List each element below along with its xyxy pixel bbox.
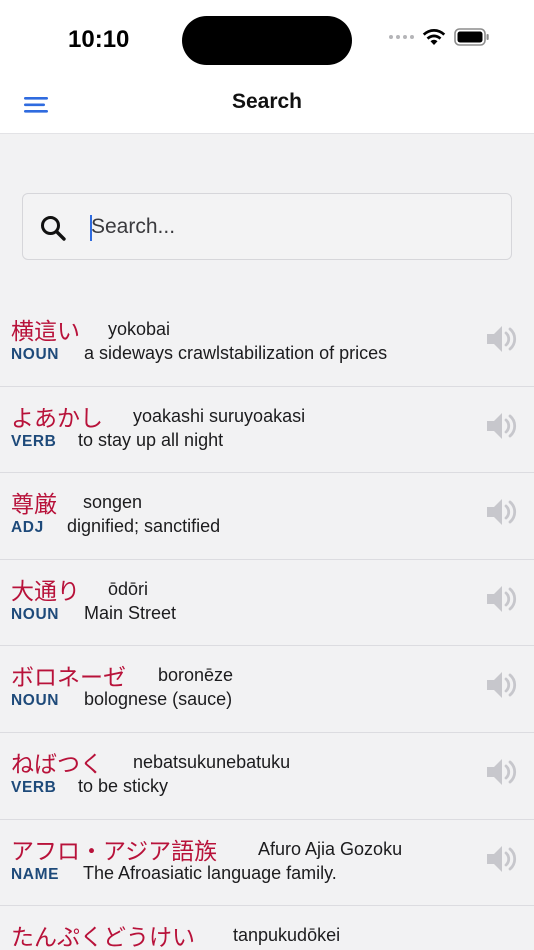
entry-reading: yokobai	[108, 319, 171, 339]
entry-pos: ADJ	[11, 519, 44, 537]
entry-meaning: The Afroasiatic language family.	[83, 862, 337, 883]
navigation-bar: Search	[0, 80, 534, 134]
entry-word: ねばつく	[11, 751, 103, 778]
entry-word: 大通り	[11, 578, 80, 605]
speaker-icon[interactable]	[484, 322, 518, 356]
entry-meaning: a sideways crawlstabilization of prices	[84, 343, 388, 363]
speaker-icon[interactable]	[484, 842, 518, 876]
speaker-icon[interactable]	[484, 495, 518, 529]
search-box[interactable]	[22, 193, 512, 260]
entry-reading: boronēze	[158, 665, 234, 686]
entry-word: よあかし	[11, 405, 103, 432]
entry-reading: songen	[83, 492, 143, 513]
entry-meaning: to stay up all night	[78, 429, 224, 450]
entry-word: 横這い	[11, 319, 80, 345]
list-item[interactable]: よあかし yoakashi suruyoakasi VERB to stay u…	[0, 387, 534, 474]
dynamic-island	[182, 16, 352, 65]
entry-pos: NOUN	[11, 692, 60, 710]
list-item[interactable]: たんぷくどうけい tanpukudōkei	[0, 906, 534, 950]
entry-reading: nebatsukunebatuku	[133, 751, 291, 772]
speaker-icon[interactable]	[484, 755, 518, 789]
entry-reading: Afuro Ajia Gozoku	[258, 838, 403, 859]
entry-word: ボロネーゼ	[11, 665, 126, 692]
status-bar: 10:10	[0, 0, 534, 80]
entry-reading: tanpukudōkei	[233, 925, 341, 946]
speaker-icon[interactable]	[484, 668, 518, 702]
entry-word: 尊厳	[11, 492, 57, 519]
list-item[interactable]: ねばつく nebatsukunebatuku VERB to be sticky	[0, 733, 534, 820]
entry-pos: VERB	[11, 778, 57, 796]
status-indicators	[389, 28, 490, 46]
status-time: 10:10	[68, 26, 130, 53]
entry-pos: VERB	[11, 432, 57, 450]
search-icon	[41, 216, 66, 241]
list-item[interactable]: ボロネーゼ boronēze NOUN bolognese (sauce)	[0, 646, 534, 733]
speaker-icon[interactable]	[484, 582, 518, 616]
entry-meaning: bolognese (sauce)	[84, 689, 233, 710]
results-list: 横這い yokobai NOUN a sideways crawlstabili…	[0, 300, 534, 950]
entry-pos: NAME	[11, 865, 60, 883]
entry-meaning: dignified; sanctified	[67, 516, 221, 537]
entry-reading: yoakashi suruyoakasi	[133, 405, 306, 426]
text-cursor	[90, 215, 92, 241]
entry-word: たんぷくどうけい	[11, 925, 195, 950]
list-item[interactable]: 横這い yokobai NOUN a sideways crawlstabili…	[0, 300, 534, 387]
entry-reading: ōdōri	[108, 578, 149, 599]
entry-meaning: Main Street	[84, 602, 177, 623]
entry-pos: NOUN	[11, 346, 60, 363]
list-item[interactable]: アフロ・アジア語族 Afuro Ajia Gozoku NAME The Afr…	[0, 820, 534, 907]
entry-meaning: to be sticky	[78, 775, 169, 796]
list-item[interactable]: 大通り ōdōri NOUN Main Street	[0, 560, 534, 647]
list-item[interactable]: 尊厳 songen ADJ dignified; sanctified	[0, 473, 534, 560]
speaker-icon[interactable]	[484, 409, 518, 443]
page-title: Search	[231, 90, 303, 113]
search-input[interactable]	[91, 208, 491, 246]
cellular-signal-icon	[389, 35, 414, 39]
wifi-icon	[422, 29, 446, 45]
entry-pos: NOUN	[11, 605, 60, 623]
entry-word: アフロ・アジア語族	[11, 838, 218, 865]
battery-icon	[454, 28, 489, 46]
